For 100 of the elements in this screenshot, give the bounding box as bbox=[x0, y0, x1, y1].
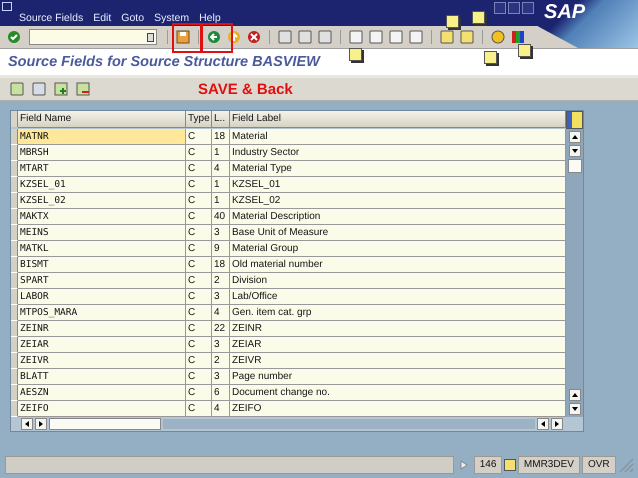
row-selector[interactable] bbox=[11, 241, 18, 257]
menu-item[interactable]: System bbox=[149, 12, 194, 26]
note-icon bbox=[349, 48, 362, 61]
table-cell: Lab/Office bbox=[230, 289, 566, 305]
note-icon bbox=[446, 15, 459, 28]
delete-row-button[interactable] bbox=[74, 80, 92, 98]
table-cell: 1 bbox=[212, 193, 230, 209]
table-cell: MBRSH bbox=[18, 145, 186, 161]
expand-triangle-icon[interactable] bbox=[460, 460, 468, 470]
row-selector[interactable] bbox=[11, 177, 18, 193]
enter-button[interactable] bbox=[5, 28, 23, 46]
page-down-button[interactable] bbox=[568, 403, 580, 415]
scroll-down-button[interactable] bbox=[568, 145, 580, 157]
print-button[interactable] bbox=[276, 28, 294, 46]
table-cell: C bbox=[186, 145, 212, 161]
session-icon bbox=[504, 459, 516, 471]
first-page-button[interactable] bbox=[347, 28, 365, 46]
row-selector[interactable] bbox=[11, 289, 18, 305]
table-cell: 3 bbox=[212, 225, 230, 241]
table-cell: LABOR bbox=[18, 289, 186, 305]
table-cell: Division bbox=[230, 273, 566, 289]
row-selector[interactable] bbox=[11, 305, 18, 321]
table-cell: ZEIVR bbox=[230, 353, 566, 369]
row-selector[interactable] bbox=[11, 353, 18, 369]
row-selector[interactable] bbox=[11, 273, 18, 289]
column-settings-icon[interactable] bbox=[566, 111, 583, 129]
menu-item[interactable]: Help bbox=[194, 12, 226, 26]
table-cell: C bbox=[186, 385, 212, 401]
table-cell: 2 bbox=[212, 353, 230, 369]
table-cell: MATNR bbox=[18, 129, 186, 145]
exit-button[interactable] bbox=[225, 28, 243, 46]
page-icon bbox=[349, 30, 363, 44]
new-session-button[interactable] bbox=[438, 28, 456, 46]
annotation-text: SAVE & Back bbox=[198, 80, 293, 98]
layout-button[interactable] bbox=[509, 28, 527, 46]
scroll-left-button[interactable] bbox=[21, 418, 33, 430]
display-button[interactable] bbox=[30, 80, 48, 98]
table-cell: MTART bbox=[18, 161, 186, 177]
table-cell: 9 bbox=[212, 241, 230, 257]
column-header[interactable]: Field Name bbox=[18, 111, 186, 128]
table-cell: Document change no. bbox=[230, 385, 566, 401]
minimize-button[interactable] bbox=[494, 2, 506, 14]
row-selector[interactable] bbox=[11, 225, 18, 241]
table-cell: C bbox=[186, 225, 212, 241]
highlight-frame bbox=[172, 23, 202, 53]
scroll-right-button[interactable] bbox=[35, 418, 47, 430]
table-cell: Base Unit of Measure bbox=[230, 225, 566, 241]
row-selector[interactable] bbox=[11, 145, 18, 161]
save-button[interactable] bbox=[174, 28, 192, 46]
menu-item[interactable]: Goto bbox=[116, 12, 150, 26]
scroll-up-button[interactable] bbox=[568, 131, 580, 143]
row-selector[interactable] bbox=[11, 385, 18, 401]
command-field[interactable] bbox=[29, 29, 157, 45]
table-cell: 4 bbox=[212, 305, 230, 321]
menu-item[interactable]: Edit bbox=[88, 12, 116, 26]
last-page-button[interactable] bbox=[407, 28, 425, 46]
select-all-header[interactable] bbox=[11, 111, 18, 127]
page-icon bbox=[389, 30, 403, 44]
column-header[interactable]: L.. bbox=[212, 111, 230, 128]
previous-page-button[interactable] bbox=[367, 28, 385, 46]
table-cell: 3 bbox=[212, 289, 230, 305]
close-button[interactable] bbox=[522, 2, 534, 14]
table-cell: Material bbox=[230, 129, 566, 145]
page-icon bbox=[369, 30, 383, 44]
row-selector[interactable] bbox=[11, 161, 18, 177]
table-cell: C bbox=[186, 193, 212, 209]
row-selector[interactable] bbox=[11, 321, 18, 337]
row-selector[interactable] bbox=[11, 369, 18, 385]
back-button[interactable] bbox=[205, 28, 223, 46]
table-cell: Material Group bbox=[230, 241, 566, 257]
cancel-button[interactable] bbox=[245, 28, 263, 46]
shortcut-button[interactable] bbox=[458, 28, 476, 46]
color-bars-icon bbox=[511, 30, 525, 44]
find-button[interactable] bbox=[296, 28, 314, 46]
row-selector[interactable] bbox=[11, 337, 18, 353]
page-up-button[interactable] bbox=[568, 389, 580, 401]
insert-row-button[interactable] bbox=[52, 80, 70, 98]
column-header[interactable]: Type bbox=[186, 111, 212, 128]
table-cell: ZEIVR bbox=[18, 353, 186, 369]
row-selector[interactable] bbox=[11, 209, 18, 225]
note-icon bbox=[484, 51, 497, 64]
scroll-left-button[interactable] bbox=[537, 418, 549, 430]
row-selector[interactable] bbox=[11, 129, 18, 145]
column-header[interactable]: Field Label bbox=[230, 111, 566, 128]
resize-grip-icon[interactable] bbox=[618, 457, 633, 473]
row-selector[interactable] bbox=[11, 257, 18, 273]
next-page-button[interactable] bbox=[387, 28, 405, 46]
restore-button[interactable] bbox=[508, 2, 520, 14]
scroll-thumb[interactable] bbox=[49, 418, 161, 430]
details-button[interactable] bbox=[8, 80, 26, 98]
table-cell: ZEIFO bbox=[230, 401, 566, 417]
scroll-thumb[interactable] bbox=[568, 159, 582, 173]
help-button[interactable] bbox=[489, 28, 507, 46]
up-arrow-icon bbox=[227, 30, 241, 44]
table-cell: 4 bbox=[212, 401, 230, 417]
row-selector[interactable] bbox=[11, 193, 18, 209]
find-next-button[interactable] bbox=[316, 28, 334, 46]
table-cell: ZEIAR bbox=[18, 337, 186, 353]
scroll-right-button[interactable] bbox=[551, 418, 563, 430]
menu-item[interactable]: Source Fields bbox=[14, 12, 88, 26]
